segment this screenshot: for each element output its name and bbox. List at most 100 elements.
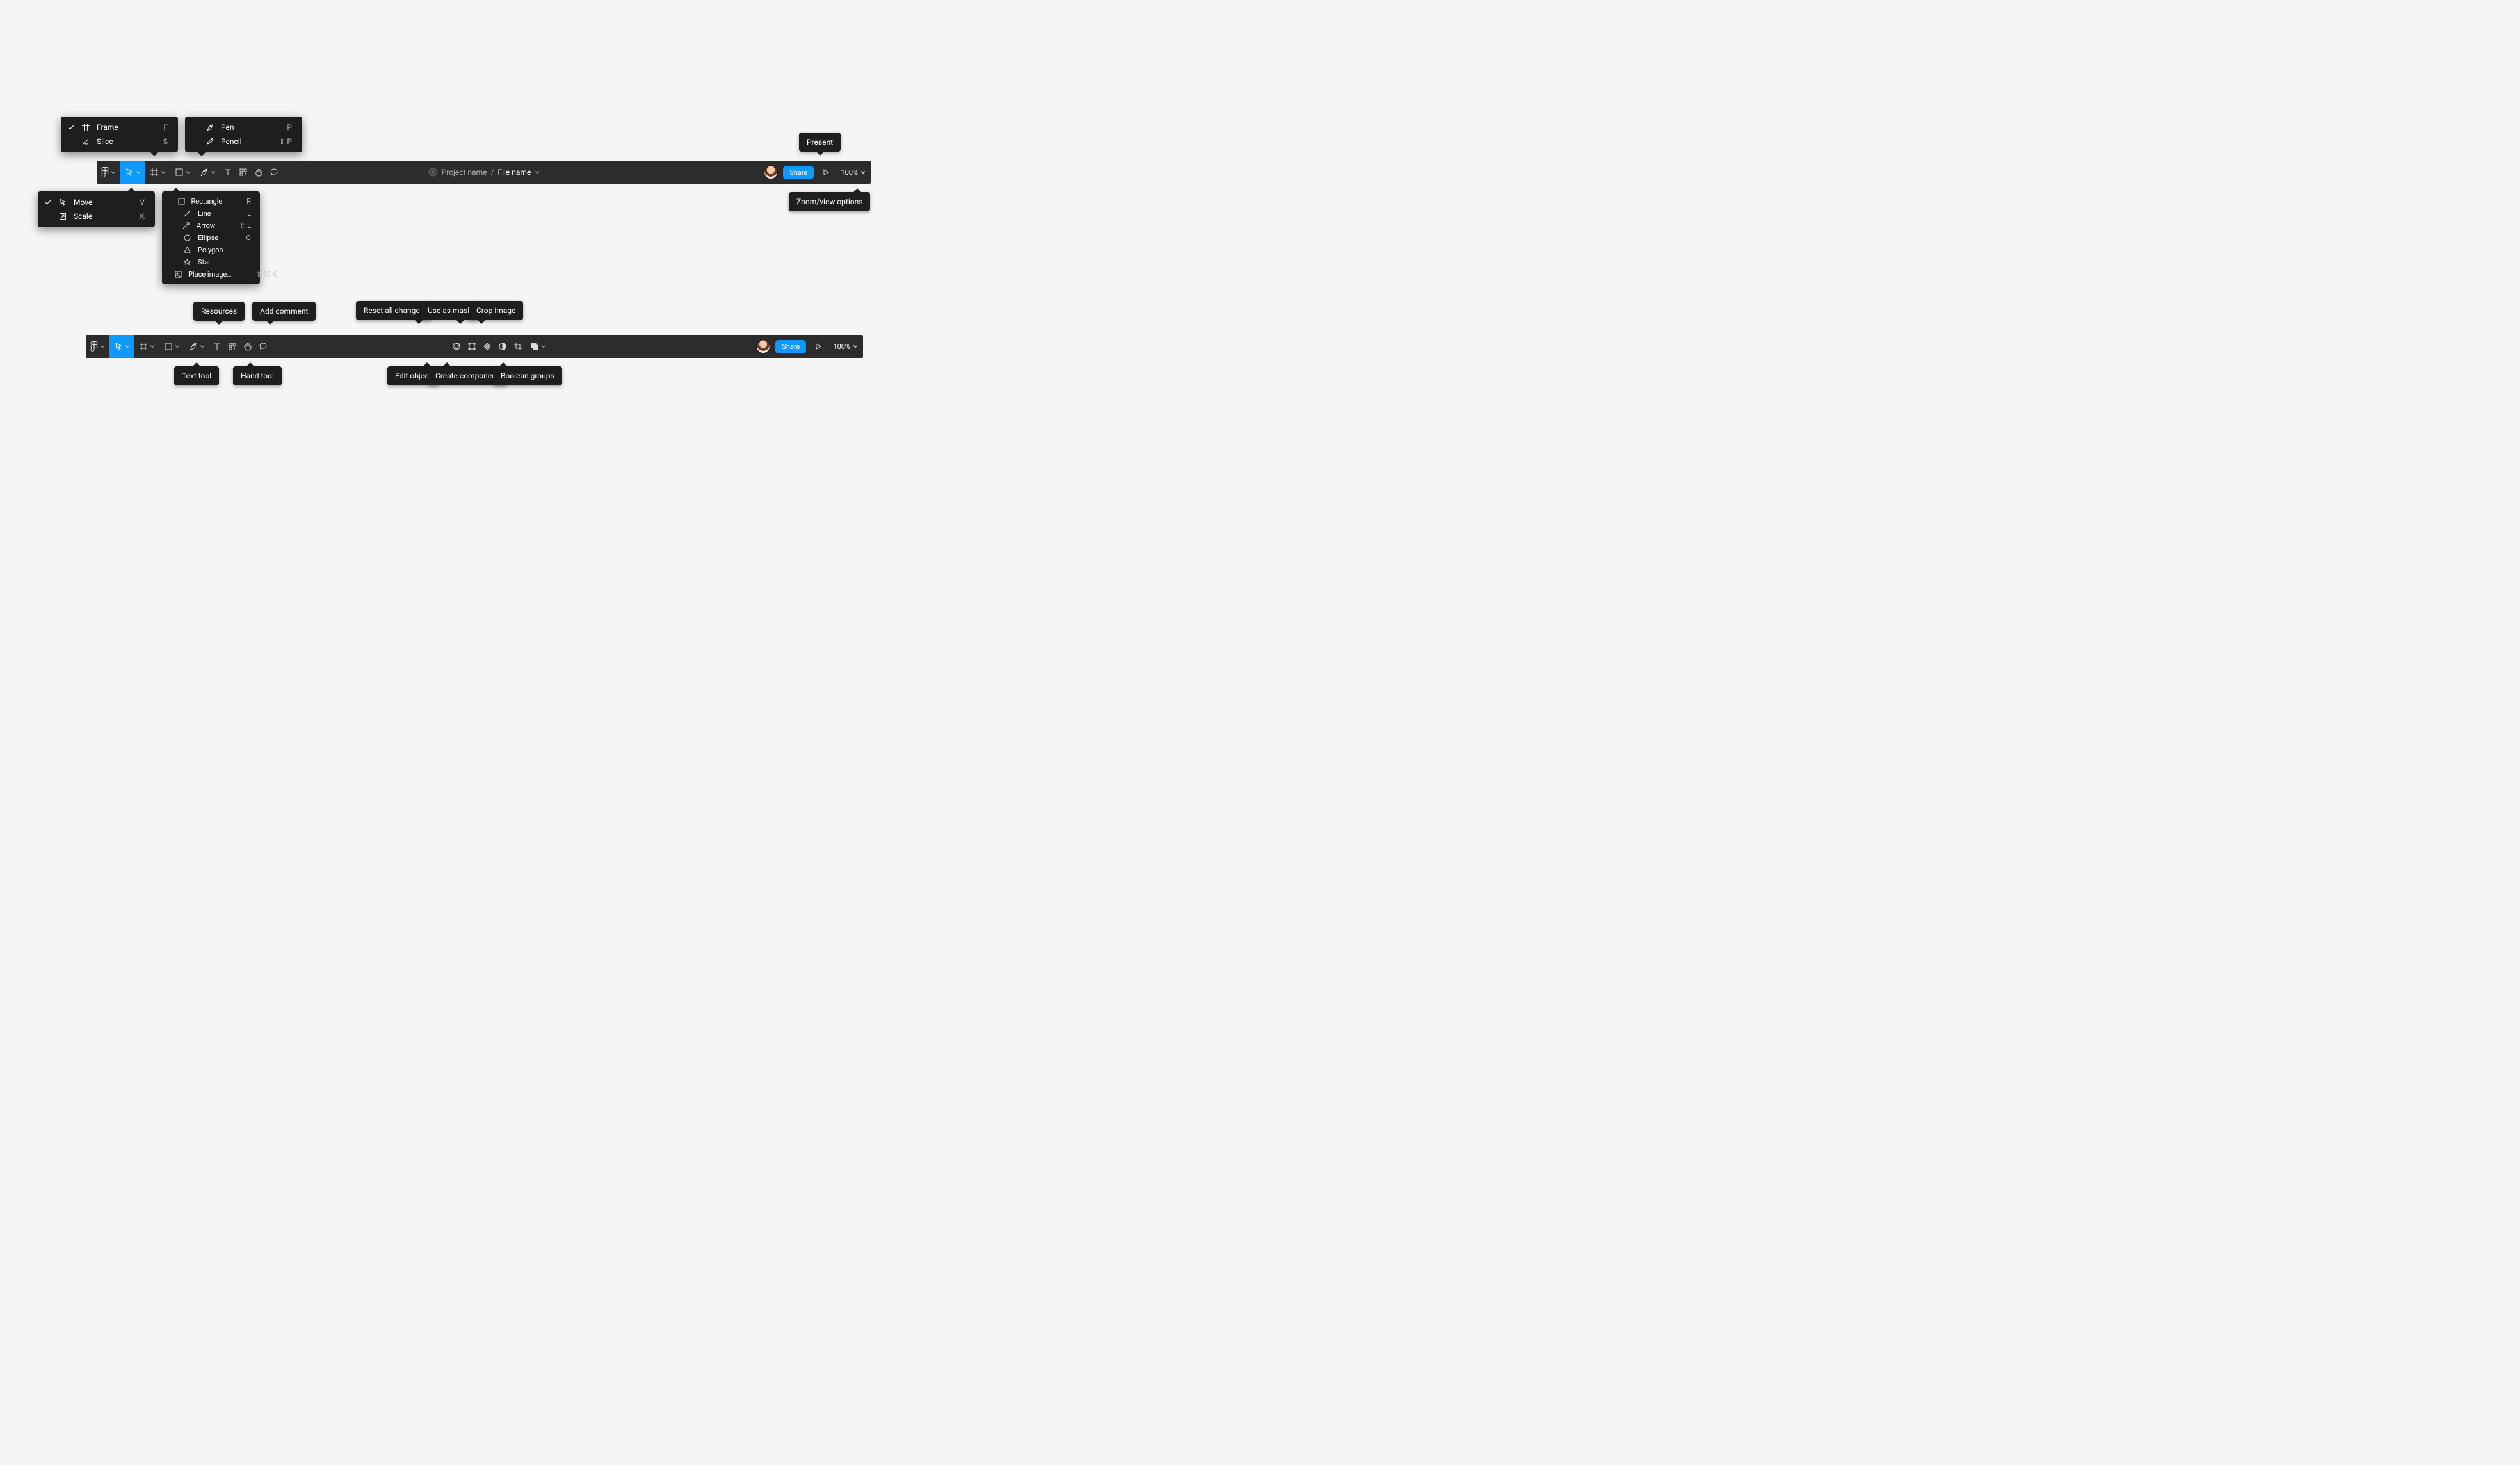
tooltip-text-tool: Text tool <box>174 366 219 385</box>
frame-tool-button[interactable] <box>145 161 170 184</box>
present-button[interactable] <box>811 335 825 358</box>
text-icon <box>223 168 232 177</box>
menu-item-shortcut: F <box>163 123 168 132</box>
chevron-down-icon <box>535 170 540 175</box>
comment-tool-button[interactable] <box>266 161 282 184</box>
hand-tool-button[interactable] <box>251 161 266 184</box>
move-tool-button[interactable] <box>109 335 134 358</box>
rectangle-icon <box>178 198 185 205</box>
chevron-down-icon <box>150 344 155 349</box>
menu-item-pencil[interactable]: Pencil ⇧ P <box>185 134 302 149</box>
rectangle-icon <box>164 342 173 351</box>
chevron-down-icon <box>541 344 546 349</box>
figma-menu-button[interactable] <box>97 161 120 184</box>
menu-item-shortcut: R <box>246 197 251 206</box>
edit-object-icon <box>467 342 476 351</box>
tooltip-boolean-groups: Boolean groups <box>493 366 562 385</box>
pen-icon <box>189 342 198 351</box>
menu-item-pen[interactable]: Pen P <box>185 120 302 134</box>
menu-item-frame[interactable]: Frame F <box>61 120 178 134</box>
menu-item-polygon[interactable]: Polygon <box>162 244 260 256</box>
resources-button[interactable] <box>225 335 240 358</box>
frame-tool-menu[interactable]: Frame F Slice S <box>61 117 178 152</box>
text-tool-button[interactable] <box>220 161 236 184</box>
chevron-down-icon <box>853 344 858 349</box>
menu-item-shortcut: ⇧ P <box>279 137 292 146</box>
menu-item-move[interactable]: Move V <box>38 195 155 209</box>
comment-tool-button[interactable] <box>255 335 271 358</box>
frame-tool-button[interactable] <box>134 335 159 358</box>
chevron-down-icon <box>111 170 116 175</box>
file-breadcrumb[interactable]: Project name / File name <box>428 167 540 177</box>
edit-object-button[interactable] <box>464 342 480 351</box>
move-tool-menu[interactable]: Move V Scale K <box>38 191 155 227</box>
chevron-down-icon <box>211 170 216 175</box>
pen-icon <box>200 168 209 177</box>
project-name: Project name <box>442 168 487 177</box>
frame-icon <box>150 168 159 177</box>
pen-tool-button[interactable] <box>184 335 209 358</box>
play-icon <box>814 342 823 351</box>
pen-icon <box>206 124 214 131</box>
create-component-button[interactable] <box>480 342 495 351</box>
rectangle-icon <box>175 168 184 177</box>
menu-item-shortcut: S <box>163 137 168 146</box>
chevron-down-icon <box>175 344 180 349</box>
hand-tool-button[interactable] <box>240 335 255 358</box>
menu-item-label: Scale <box>74 212 92 221</box>
figma-logo-icon <box>90 341 98 352</box>
share-button[interactable]: Share <box>775 340 806 353</box>
menu-item-label: Rectangle <box>191 197 223 206</box>
shape-tool-button[interactable] <box>170 161 195 184</box>
menu-item-label: Pencil <box>221 137 242 146</box>
menu-item-shortcut: ⇧ L <box>239 222 251 230</box>
menu-item-arrow[interactable]: Arrow ⇧ L <box>162 220 260 232</box>
chevron-down-icon <box>136 170 141 175</box>
chevron-down-icon <box>100 344 105 349</box>
menu-item-place-image[interactable]: Place image… ⇧ ⌘ K <box>162 268 260 280</box>
avatar[interactable] <box>764 165 778 179</box>
figma-menu-button[interactable] <box>86 335 109 358</box>
zoom-dropdown[interactable]: 100% <box>830 343 858 351</box>
resources-button[interactable] <box>236 161 251 184</box>
menu-item-label: Arrow <box>197 222 215 230</box>
place-image-icon <box>175 271 182 278</box>
menu-item-slice[interactable]: Slice S <box>61 134 178 149</box>
text-tool-button[interactable] <box>209 335 225 358</box>
boolean-groups-button[interactable] <box>526 342 549 351</box>
crop-image-button[interactable] <box>510 342 526 351</box>
menu-item-scale[interactable]: Scale K <box>38 209 155 223</box>
move-tool-button[interactable] <box>120 161 145 184</box>
reset-all-button[interactable] <box>449 342 464 351</box>
pen-tool-button[interactable] <box>195 161 220 184</box>
menu-item-line[interactable]: Line L <box>162 207 260 220</box>
check-icon <box>67 124 75 131</box>
shape-tool-menu[interactable]: Rectangle R Line L Arrow ⇧ L Ellipse O <box>162 191 260 284</box>
chevron-down-icon <box>186 170 191 175</box>
menu-item-label: Pen <box>221 123 234 132</box>
menu-item-ellipse[interactable]: Ellipse O <box>162 232 260 244</box>
tooltip-zoom-view: Zoom/view options <box>789 192 870 211</box>
line-icon <box>182 210 191 217</box>
tooltip-add-comment: Add comment <box>252 302 316 321</box>
avatar[interactable] <box>756 339 770 353</box>
mask-icon <box>498 342 507 351</box>
menu-item-rectangle[interactable]: Rectangle R <box>162 195 260 207</box>
star-icon <box>182 259 191 266</box>
file-name: File name <box>497 168 531 177</box>
use-as-mask-button[interactable] <box>495 342 510 351</box>
present-button[interactable] <box>819 161 833 184</box>
shape-tool-button[interactable] <box>159 335 184 358</box>
pen-tool-menu[interactable]: Pen P Pencil ⇧ P <box>185 117 302 152</box>
chevron-down-icon <box>161 170 166 175</box>
text-icon <box>213 342 222 351</box>
menu-item-star[interactable]: Star <box>162 256 260 268</box>
share-button[interactable]: Share <box>783 166 814 179</box>
chevron-down-icon <box>125 344 130 349</box>
scale-icon <box>58 213 67 220</box>
resources-icon <box>228 342 237 351</box>
zoom-dropdown[interactable]: 100% <box>838 168 866 177</box>
ellipse-icon <box>182 234 191 241</box>
frame-icon <box>139 342 148 351</box>
slice-icon <box>81 138 90 145</box>
